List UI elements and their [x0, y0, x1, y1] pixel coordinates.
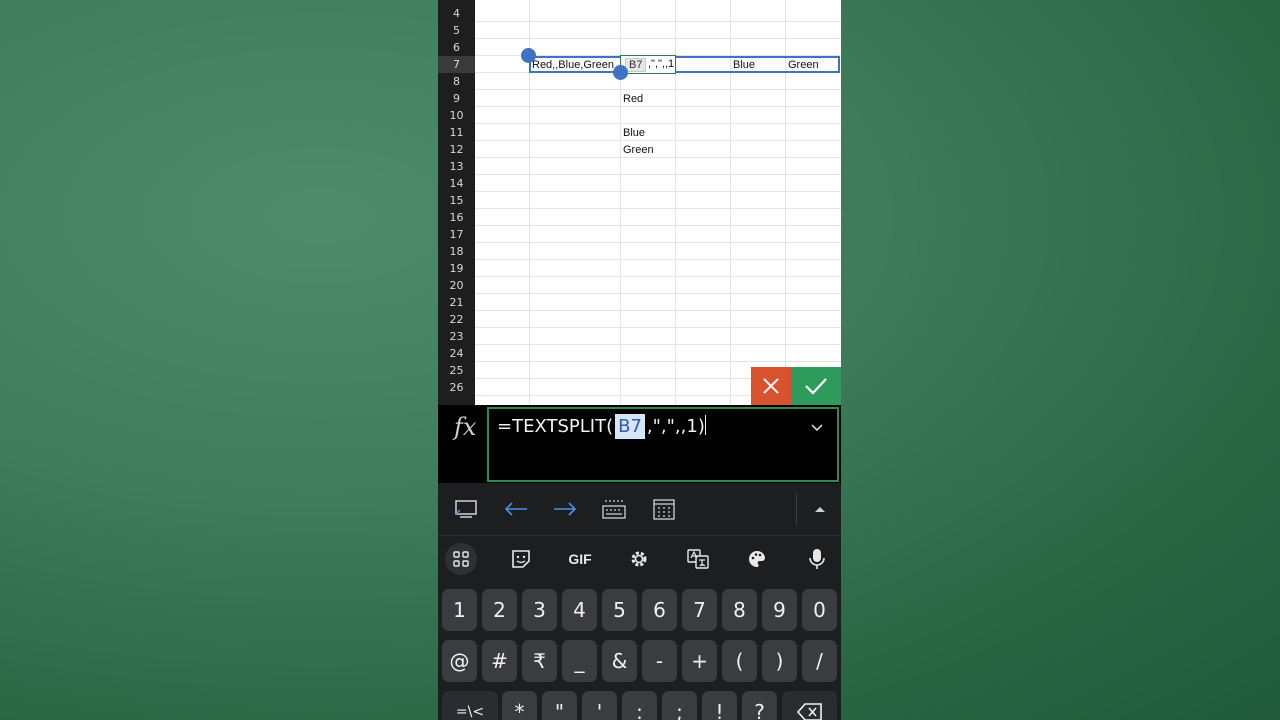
row-header[interactable]: 7 — [438, 56, 475, 73]
key[interactable]: ; — [662, 691, 697, 720]
cell-c12[interactable]: Green — [623, 142, 654, 159]
close-icon — [763, 378, 779, 394]
palette-icon[interactable] — [737, 541, 777, 577]
confirm-edit-button[interactable] — [791, 367, 841, 405]
gear-icon[interactable] — [619, 541, 659, 577]
key[interactable]: 4 — [562, 589, 597, 631]
key[interactable]: 0 — [802, 589, 837, 631]
key[interactable]: / — [802, 640, 837, 682]
arrow-right-icon[interactable] — [549, 495, 581, 523]
key[interactable]: + — [682, 640, 717, 682]
key[interactable]: 1 — [442, 589, 477, 631]
key[interactable]: # — [482, 640, 517, 682]
row-header[interactable]: 18 — [438, 243, 475, 260]
arrow-left-icon[interactable] — [500, 495, 532, 523]
row-header[interactable]: 22 — [438, 311, 475, 328]
row-header[interactable]: 16 — [438, 209, 475, 226]
key[interactable]: 7 — [682, 589, 717, 631]
key[interactable]: 3 — [522, 589, 557, 631]
key[interactable]: : — [622, 691, 657, 720]
row-header[interactable]: 23 — [438, 328, 475, 345]
key[interactable]: @ — [442, 640, 477, 682]
row-header[interactable]: 4 — [438, 5, 475, 22]
key[interactable]: - — [642, 640, 677, 682]
row-header[interactable]: 5 — [438, 22, 475, 39]
key[interactable]: 6 — [642, 589, 677, 631]
row-header[interactable]: 17 — [438, 226, 475, 243]
microphone-icon[interactable] — [797, 541, 837, 577]
reference-highlight-range — [529, 56, 840, 73]
cell-reference-chip: B7 — [625, 58, 647, 72]
sticker-icon[interactable] — [501, 541, 541, 577]
excel-mobile-screen: 4 5 6 7 8 9 10 11 12 13 14 15 16 17 18 19 20 21 22 23 24 25 26… — [438, 0, 841, 720]
backspace-icon — [796, 703, 822, 720]
row-header[interactable]: 6 — [438, 39, 475, 56]
key[interactable]: ! — [702, 691, 737, 720]
row-header[interactable]: 19 — [438, 260, 475, 277]
key[interactable]: 2 — [482, 589, 517, 631]
row-header[interactable]: 10 — [438, 107, 475, 124]
formula-arguments: ,",",,1 — [646, 416, 698, 437]
numeric-keyboard-icon[interactable] — [598, 495, 630, 523]
checkmark-icon — [805, 378, 827, 395]
excel-keyboard-toolbar — [438, 483, 841, 536]
formula-close-paren: ) — [697, 416, 705, 437]
cell-c9[interactable]: Red — [623, 91, 643, 108]
selection-handle-bottom-right[interactable] — [613, 65, 628, 80]
fx-icon[interactable]: fx — [454, 413, 476, 441]
gif-button[interactable]: GIF — [560, 541, 600, 577]
calculator-grid-icon[interactable] — [648, 495, 680, 523]
key[interactable]: 5 — [602, 589, 637, 631]
key[interactable]: 8 — [722, 589, 757, 631]
row-header[interactable]: 8 — [438, 73, 475, 90]
key[interactable]: _ — [562, 640, 597, 682]
formula-text: =TEXTSPLIT(B7 ,",",,1) — [497, 414, 706, 439]
row-header[interactable]: 15 — [438, 192, 475, 209]
cell-c11[interactable]: Blue — [623, 125, 645, 142]
chevron-down-icon[interactable] — [811, 419, 823, 435]
backspace-key[interactable] — [782, 691, 837, 720]
key[interactable]: ₹ — [522, 640, 557, 682]
screen-icon[interactable] — [450, 495, 482, 523]
key[interactable]: ' — [582, 691, 617, 720]
toolbar-divider — [796, 493, 797, 525]
row-header[interactable]: 24 — [438, 345, 475, 362]
row-headers: 4 5 6 7 8 9 10 11 12 13 14 15 16 17 18 19 20 21 22 23 24 25 26 — [438, 0, 475, 405]
editing-cell-c7[interactable]: B7 ,",",,1 — [620, 55, 676, 74]
formula-bar: fx =TEXTSPLIT(B7 ,",",,1) — [438, 405, 841, 483]
formula-prefix: =TEXTSPLIT( — [497, 416, 614, 437]
key[interactable]: 9 — [762, 589, 797, 631]
selection-handle-top-left[interactable] — [521, 48, 536, 63]
spreadsheet-grid[interactable]: Red,,Blue,Green Red Blue Green Blue Gree… — [475, 0, 841, 405]
cancel-edit-button[interactable] — [751, 367, 791, 405]
row-header[interactable]: 25 — [438, 362, 475, 379]
collapse-up-icon[interactable] — [804, 495, 836, 523]
apps-grid-icon[interactable] — [441, 541, 481, 577]
soft-keyboard: GIF 1234567890 @ # ₹ _ & - +() / =\< * " ':;!? — [438, 483, 841, 720]
row-header[interactable]: 14 — [438, 175, 475, 192]
key[interactable]: ? — [742, 691, 777, 720]
row-header[interactable]: 9 — [438, 90, 475, 107]
key[interactable]: & — [602, 640, 637, 682]
key[interactable]: ( — [722, 640, 757, 682]
row-header[interactable]: 13 — [438, 158, 475, 175]
formula-reference-highlight[interactable]: B7 — [615, 414, 645, 439]
key[interactable]: " — [542, 691, 577, 720]
row-header[interactable]: 21 — [438, 294, 475, 311]
keyboard-suggestion-toolbar: GIF — [438, 535, 841, 583]
key[interactable]: ) — [762, 640, 797, 682]
translate-icon[interactable] — [678, 541, 718, 577]
key[interactable]: * — [502, 691, 537, 720]
row-header[interactable]: 12 — [438, 141, 475, 158]
key[interactable]: =\< — [442, 691, 498, 720]
row-header[interactable]: 26 — [438, 379, 475, 396]
editing-cell-text: ,",",,1 — [648, 58, 675, 70]
text-caret — [704, 415, 706, 435]
row-header[interactable]: 20 — [438, 277, 475, 294]
formula-input[interactable]: =TEXTSPLIT(B7 ,",",,1) — [487, 407, 839, 482]
row-header[interactable]: 11 — [438, 124, 475, 141]
